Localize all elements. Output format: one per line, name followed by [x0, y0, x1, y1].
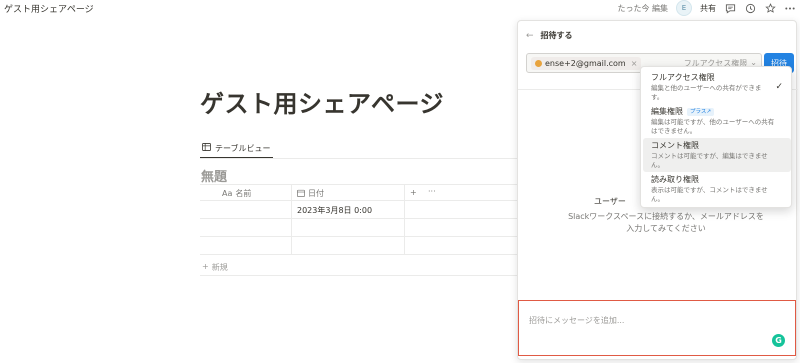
permission-option-read[interactable]: 読み取り権限 表示は可能ですが、コメントはできませ ん。: [643, 172, 791, 206]
column-more-button[interactable]: ···: [428, 187, 436, 196]
column-header-name[interactable]: Aa 名前: [222, 188, 251, 199]
empty-state-description: Slackワークスペースに接続するか、メールアドレスを 入力してみてください: [548, 211, 784, 235]
divider: [200, 275, 520, 276]
column-divider: [291, 237, 292, 254]
column-divider: [404, 201, 405, 218]
option-description-line: 編集と他のユーザーへの共有ができま: [651, 84, 762, 92]
invite-message-field[interactable]: 招待にメッセージを追加... G: [518, 300, 796, 356]
option-description-line: はできません。: [651, 127, 697, 135]
option-title: コメント権限: [651, 141, 699, 150]
empty-state-line: Slackワークスペースに接続するか、メールアドレスを: [568, 212, 764, 221]
invite-message-placeholder: 招待にメッセージを追加...: [529, 316, 625, 325]
updates-clock-icon[interactable]: [744, 2, 756, 14]
invitee-email: ense+2@gmail.com: [545, 59, 626, 68]
new-row-label: 新規: [211, 263, 228, 272]
divider: [200, 158, 520, 159]
plus-plan-badge: プラス↗: [687, 107, 714, 116]
plus-icon: +: [202, 262, 209, 271]
tab-table-view[interactable]: テーブルビュー: [200, 141, 273, 159]
column-divider: [404, 219, 405, 236]
empty-state-title: ユーザー: [594, 197, 626, 206]
date-cell[interactable]: 2023年3月8日 0:00: [297, 205, 372, 216]
remove-chip-icon[interactable]: ×: [631, 59, 638, 68]
checkmark-icon: ✓: [775, 82, 783, 92]
column-label: 名前: [235, 189, 252, 198]
permission-option-full-access[interactable]: フルアクセス権限 編集と他のユーザーへの共有ができま す。 ✓: [643, 70, 791, 104]
empty-state-line: 入力してみてください: [626, 224, 706, 233]
table-icon: [202, 143, 211, 153]
option-description-line: コメントは可能ですが、編集はできませ: [651, 152, 768, 160]
calendar-icon: [297, 189, 305, 199]
new-row-button[interactable]: + 新規: [202, 262, 228, 273]
option-description: 編集と他のユーザーへの共有ができま す。: [651, 84, 783, 102]
user-avatar-icon: [535, 60, 542, 67]
column-label: 日付: [308, 189, 324, 198]
column-divider: [291, 219, 292, 236]
invitee-chip[interactable]: ense+2@gmail.com ×: [531, 57, 642, 70]
option-description-line: 編集は可能ですが、他のユーザーへの共有: [651, 118, 775, 126]
top-bar: ゲスト用シェアページ たった今 編集 E 共有: [0, 0, 800, 16]
edited-status: たった今 編集: [617, 3, 668, 13]
database-table: Aa 名前 日付 + ··· 2023年3月8日 0:00: [200, 184, 520, 255]
column-divider: [291, 185, 292, 200]
breadcrumb[interactable]: ゲスト用シェアページ: [4, 2, 94, 15]
option-description: 表示は可能ですが、コメントはできませ ん。: [651, 186, 783, 204]
more-options-icon[interactable]: [784, 2, 796, 14]
permission-dropdown: フルアクセス権限 編集と他のユーザーへの共有ができま す。 ✓ 編集権限 プラス…: [640, 66, 792, 208]
option-description-line: す。: [651, 93, 664, 101]
database-title[interactable]: 無題: [201, 166, 227, 185]
table-row[interactable]: [200, 237, 520, 255]
option-title: フルアクセス権限: [651, 73, 715, 82]
option-title: 編集権限: [651, 107, 683, 116]
table-row[interactable]: [200, 219, 520, 237]
option-description-line: 表示は可能ですが、コメントはできませ: [651, 186, 768, 194]
top-bar-actions: たった今 編集 E 共有: [617, 0, 796, 16]
permission-option-edit[interactable]: 編集権限 プラス↗ 編集は可能ですが、他のユーザーへの共有 はできません。: [643, 104, 791, 138]
avatar[interactable]: E: [676, 0, 692, 16]
table-row[interactable]: 2023年3月8日 0:00: [200, 201, 520, 219]
star-icon[interactable]: [764, 2, 776, 14]
column-divider: [291, 201, 292, 218]
text-type-icon: Aa: [222, 189, 233, 198]
column-divider: [404, 185, 405, 200]
share-panel-header: ← 招待する: [526, 30, 573, 41]
option-description-line: ん。: [651, 161, 664, 169]
page-title[interactable]: ゲスト用シェアページ: [200, 84, 444, 119]
back-arrow-icon[interactable]: ←: [526, 31, 534, 41]
option-title: 読み取り権限: [651, 175, 699, 184]
column-header-date[interactable]: 日付: [297, 188, 324, 199]
comment-icon[interactable]: [724, 2, 736, 14]
tab-label: テーブルビュー: [215, 143, 271, 153]
option-description: コメントは可能ですが、編集はできませ ん。: [651, 152, 783, 170]
option-description-line: ん。: [651, 195, 664, 203]
table-header: Aa 名前 日付 + ···: [200, 184, 520, 201]
option-description: 編集は可能ですが、他のユーザーへの共有 はできません。: [651, 118, 783, 136]
share-panel-title: 招待する: [540, 31, 573, 40]
column-divider: [404, 237, 405, 254]
grammarly-icon[interactable]: G: [772, 334, 785, 347]
permission-option-comment[interactable]: コメント権限 コメントは可能ですが、編集はできませ ん。: [643, 138, 791, 172]
add-column-button[interactable]: +: [410, 188, 417, 197]
share-button[interactable]: 共有: [700, 3, 716, 14]
